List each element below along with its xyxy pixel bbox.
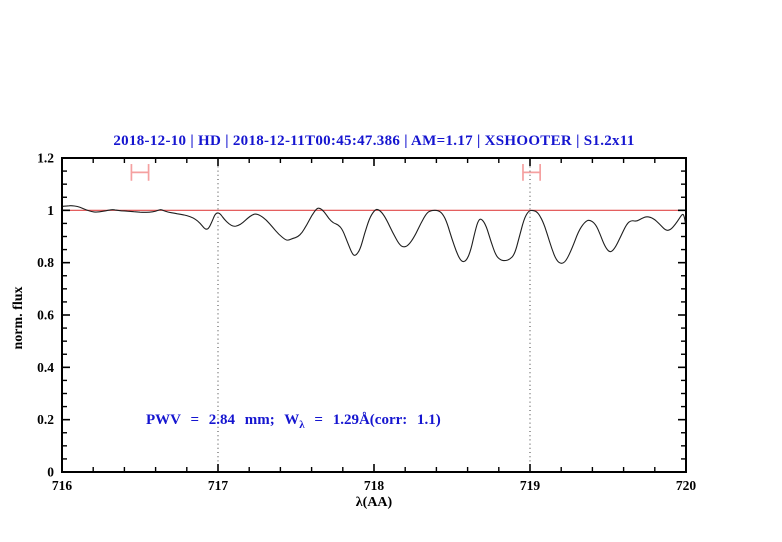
y-tick-label: 0 xyxy=(47,465,54,480)
spectrum-plot: 716 717 718 719 720 0 0.2 0.4 0.6 0.8 1 1.2 xyxy=(37,151,697,494)
pwv-annotation-prefix: PWV = 2.84 mm; W xyxy=(146,412,300,428)
spectrum-line xyxy=(61,205,687,264)
x-axis-label: λ(AA) xyxy=(355,495,393,510)
y-tick-label: 0.4 xyxy=(37,360,54,375)
pwv-annotation: PWV = 2.84 mm; Wλ = 1.29Å(corr: 1.1) xyxy=(146,412,441,431)
y-tick-label: 0.8 xyxy=(37,255,54,270)
y-tick-label: 0.6 xyxy=(37,308,54,323)
x-tick-label: 716 xyxy=(52,478,73,493)
x-tick-label: 718 xyxy=(364,478,385,493)
x-tick-label: 720 xyxy=(676,478,697,493)
x-tick-label: 717 xyxy=(208,478,229,493)
figure-canvas: { "figure": { "title": "2018-12-10 | HD … xyxy=(0,0,782,542)
x-tick-label: 719 xyxy=(520,478,541,493)
y-tick-label: 1.2 xyxy=(37,151,54,166)
pwv-annotation-suffix: = 1.29Å(corr: 1.1) xyxy=(304,412,441,428)
y-tick-label: 1 xyxy=(47,203,54,218)
y-tick-label: 0.2 xyxy=(37,412,54,427)
